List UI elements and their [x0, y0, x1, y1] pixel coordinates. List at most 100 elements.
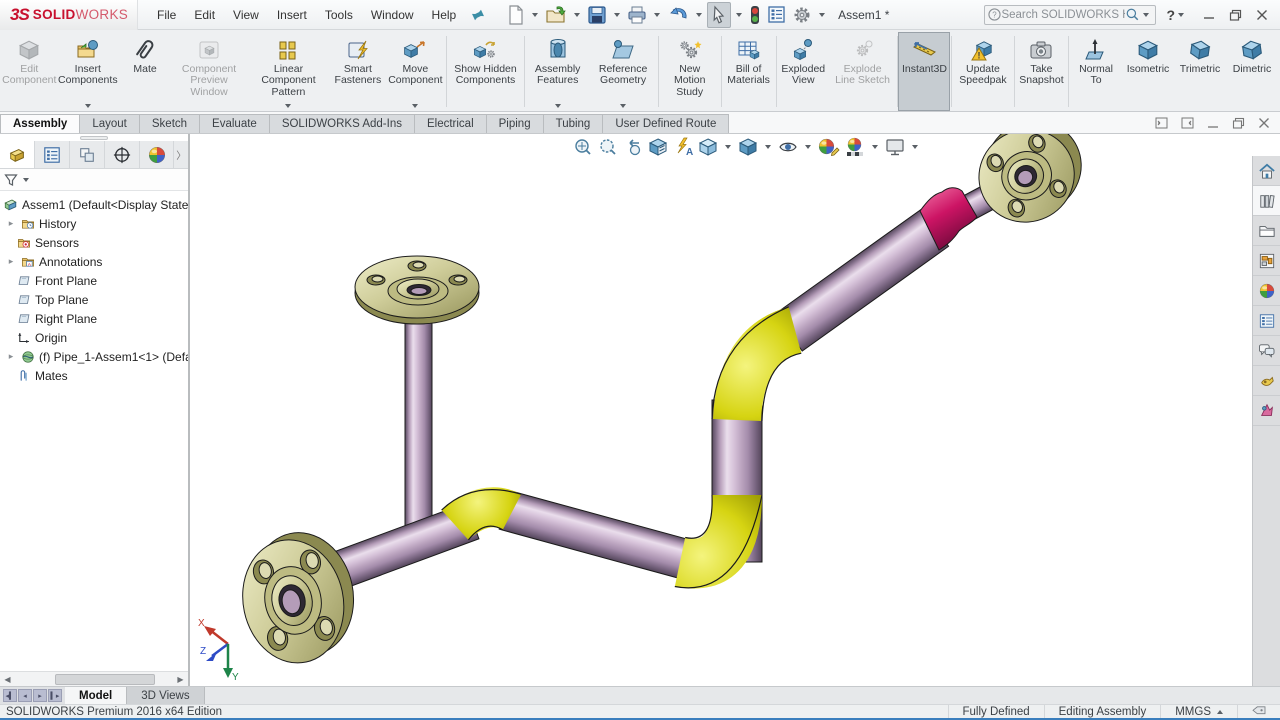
view-palette-tab[interactable] [1253, 246, 1280, 276]
edit-appearance-button[interactable] [817, 136, 841, 158]
dropdown-caret[interactable] [574, 13, 580, 17]
tab-evaluate[interactable]: Evaluate [199, 114, 270, 133]
previous-view-button[interactable] [622, 136, 644, 158]
configurationmanager-tab[interactable] [70, 141, 105, 168]
interference-check-icon[interactable] [747, 3, 763, 27]
dropdown-caret[interactable] [412, 104, 418, 108]
tree-root-assembly[interactable]: Assem1 (Default<Display State-1 [0, 195, 188, 214]
tag-button[interactable] [1237, 705, 1280, 718]
dropdown-caret[interactable] [555, 104, 561, 108]
smart-fasteners-button[interactable]: Smart Fasteners [330, 32, 386, 111]
search-scope-caret[interactable] [1143, 13, 1149, 17]
expand-arrow[interactable] [6, 256, 16, 267]
first-tab-button[interactable]: ◂▍ [3, 689, 17, 702]
menu-view[interactable]: View [224, 4, 268, 26]
dropdown-caret[interactable] [912, 145, 918, 149]
tree-item-top-plane[interactable]: Top Plane [0, 290, 188, 309]
minimize-button[interactable] [1203, 9, 1215, 21]
print-button[interactable] [625, 3, 649, 27]
close-document-button[interactable] [1258, 117, 1270, 129]
move-component-button[interactable]: Move Component [386, 32, 445, 111]
show-hidden-components-button[interactable]: Show Hidden Components [447, 32, 523, 111]
custom-properties-tab[interactable] [1253, 306, 1280, 336]
take-snapshot-button[interactable]: Take Snapshot [1015, 32, 1067, 111]
save-button[interactable] [585, 3, 609, 27]
normal-to-button[interactable]: Normal To [1070, 32, 1122, 111]
view-settings-button[interactable] [884, 136, 906, 158]
dropdown-caret[interactable] [725, 145, 731, 149]
graphics-viewport[interactable]: X Z Y A [190, 134, 1280, 686]
dropdown-caret[interactable] [1178, 13, 1184, 17]
select-tool-button[interactable] [707, 2, 731, 28]
panel-splitter[interactable] [0, 134, 188, 141]
expand-arrow[interactable] [6, 351, 16, 362]
menu-window[interactable]: Window [362, 4, 423, 26]
scroll-left-arrow[interactable]: ◀ [0, 672, 15, 687]
tree-item-origin[interactable]: Origin [0, 328, 188, 347]
minimize-document-button[interactable] [1207, 117, 1219, 129]
dimetric-view-button[interactable]: Dimetric [1226, 32, 1278, 111]
tab-electrical[interactable]: Electrical [414, 114, 487, 133]
search-icon[interactable] [1125, 7, 1140, 22]
dropdown-caret[interactable] [532, 13, 538, 17]
dropdown-caret[interactable] [614, 13, 620, 17]
view-orientation-button[interactable] [697, 136, 719, 158]
tab-sketch[interactable]: Sketch [139, 114, 200, 133]
dimxpertmanager-tab[interactable] [105, 141, 140, 168]
close-button[interactable] [1256, 9, 1268, 21]
next-tab-button[interactable]: ▸ [33, 689, 47, 702]
trimetric-view-button[interactable]: Trimetric [1174, 32, 1226, 111]
solidworks-resources-tab[interactable] [1253, 156, 1280, 186]
menu-tools[interactable]: Tools [316, 4, 362, 26]
zoom-to-area-button[interactable] [597, 136, 619, 158]
instant3d-button[interactable]: Instant3D [898, 32, 950, 111]
scroll-right-arrow[interactable]: ▶ [173, 672, 188, 687]
dropdown-caret[interactable] [285, 104, 291, 108]
pin-menu-icon[interactable] [471, 8, 485, 22]
tree-item-sensors[interactable]: Sensors [0, 233, 188, 252]
expand-arrow[interactable] [6, 218, 16, 229]
tab-solidworks-add-ins[interactable]: SOLIDWORKS Add-Ins [269, 114, 415, 133]
dock-right-icon[interactable] [1181, 117, 1194, 129]
appearances-scenes-tab[interactable] [1253, 276, 1280, 306]
zoom-to-fit-button[interactable] [572, 136, 594, 158]
isometric-view-button[interactable]: Isometric [1122, 32, 1174, 111]
dropdown-caret[interactable] [654, 13, 660, 17]
tab-assembly[interactable]: Assembly [0, 114, 80, 133]
undo-button[interactable] [665, 3, 691, 27]
new-document-button[interactable] [505, 3, 527, 27]
displaymanager-tab[interactable] [140, 141, 175, 168]
file-properties-button[interactable] [765, 3, 788, 26]
subscription-services-tab[interactable] [1253, 366, 1280, 396]
dropdown-caret[interactable] [872, 145, 878, 149]
manager-tabs-overflow-chevron[interactable]: 〉 [174, 141, 188, 168]
dropdown-caret[interactable] [765, 145, 771, 149]
tab-piping[interactable]: Piping [486, 114, 544, 133]
tree-item-annotations[interactable]: AAnnotations [0, 252, 188, 271]
xpress-products-tab[interactable] [1253, 396, 1280, 426]
mate-button[interactable]: Mate [119, 32, 171, 111]
filter-funnel-icon[interactable] [4, 173, 18, 187]
section-view-button[interactable] [647, 136, 669, 158]
assembly-features-button[interactable]: Assembly Features [526, 32, 589, 111]
dropdown-caret[interactable] [620, 104, 626, 108]
tree-item-right-plane[interactable]: Right Plane [0, 309, 188, 328]
update-speedpak-button[interactable]: !Update Speedpak [953, 32, 1013, 111]
pipe-assembly-model[interactable]: X Z Y [190, 134, 1250, 686]
filter-caret[interactable] [23, 178, 29, 182]
3d-views-tab[interactable]: 3D Views [127, 687, 204, 704]
restore-document-button[interactable] [1232, 117, 1245, 129]
linear-component-pattern-button[interactable]: Linear Component Pattern [247, 32, 330, 111]
help-button[interactable]: ? [1166, 7, 1187, 23]
dropdown-caret[interactable] [805, 145, 811, 149]
tree-horizontal-scrollbar[interactable]: ◀ ▶ [0, 671, 188, 686]
dropdown-caret[interactable] [696, 13, 702, 17]
tab-layout[interactable]: Layout [79, 114, 140, 133]
tab-tubing[interactable]: Tubing [543, 114, 604, 133]
options-button[interactable] [790, 3, 814, 27]
new-motion-study-button[interactable]: New Motion Study [660, 32, 720, 111]
display-style-button[interactable] [737, 136, 759, 158]
scrollbar-thumb[interactable] [55, 674, 155, 685]
menu-insert[interactable]: Insert [268, 4, 316, 26]
featuremanager-tab[interactable] [0, 141, 35, 168]
